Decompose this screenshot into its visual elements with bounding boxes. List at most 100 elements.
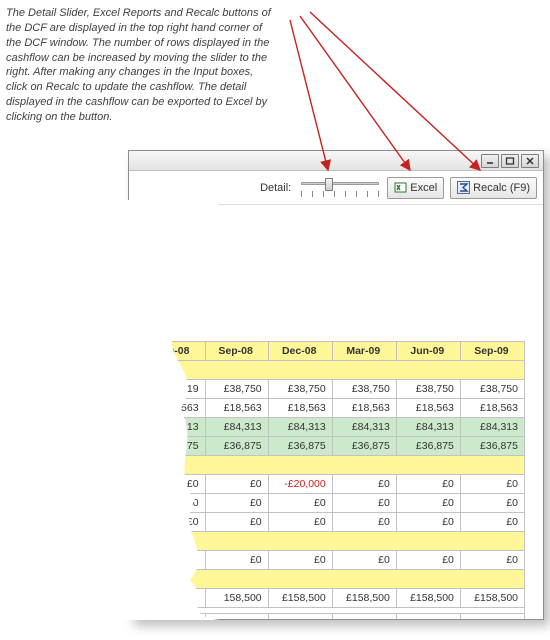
column-header: Mar-09 bbox=[332, 342, 396, 361]
cell bbox=[129, 551, 142, 570]
cell: £0 bbox=[205, 475, 268, 494]
cashflow-grid-area: n8Jun-08Sep-08Dec-08Mar-09Jun-09Sep-09 £… bbox=[129, 205, 543, 619]
cell: £0 bbox=[268, 494, 332, 513]
table-row bbox=[129, 456, 525, 475]
cell: £36,875 bbox=[396, 437, 460, 456]
slider-thumb-icon[interactable] bbox=[325, 178, 333, 191]
cell: £18,563 bbox=[205, 399, 268, 418]
cell: £18,563 bbox=[396, 399, 460, 418]
cell: -£20,000 bbox=[268, 475, 332, 494]
cell: £18,563 bbox=[268, 399, 332, 418]
cell bbox=[129, 437, 142, 456]
cell: £0 bbox=[268, 551, 332, 570]
cell: £36,875 bbox=[460, 437, 524, 456]
cell: £38,750 bbox=[332, 380, 396, 399]
cell bbox=[129, 494, 142, 513]
cell: £0 bbox=[205, 513, 268, 532]
cell: £0 bbox=[396, 551, 460, 570]
sigma-icon bbox=[457, 181, 470, 194]
cell: £0 bbox=[142, 494, 205, 513]
excel-button[interactable]: Excel bbox=[387, 177, 444, 199]
cashflow-table: n8Jun-08Sep-08Dec-08Mar-09Jun-09Sep-09 £… bbox=[129, 341, 525, 619]
cell: £38,750 bbox=[460, 380, 524, 399]
column-header: n8 bbox=[129, 342, 142, 361]
column-header: Sep-09 bbox=[460, 342, 524, 361]
detail-label: Detail: bbox=[260, 182, 291, 194]
cell: £36,875 bbox=[332, 437, 396, 456]
recalc-button[interactable]: Recalc (F9) bbox=[450, 177, 537, 199]
cell: £0 bbox=[142, 475, 205, 494]
table-row bbox=[129, 570, 525, 589]
cell: £37,719 bbox=[142, 380, 205, 399]
cell bbox=[129, 513, 142, 532]
cell: £0 bbox=[460, 494, 524, 513]
table-row: 158,500£158,500£158,500£158,500£158,500 bbox=[129, 589, 525, 608]
cell: £84,313 bbox=[332, 418, 396, 437]
excel-icon bbox=[394, 181, 407, 194]
cell bbox=[142, 589, 205, 608]
detail-slider[interactable] bbox=[299, 176, 381, 200]
cell: £158,500 bbox=[396, 589, 460, 608]
cell bbox=[129, 380, 142, 399]
table-row: £0£0-£20,000£0£0£0 bbox=[129, 475, 525, 494]
cell: 158,500 bbox=[205, 589, 268, 608]
recalc-button-label: Recalc (F9) bbox=[473, 182, 530, 194]
maximize-button[interactable] bbox=[501, 154, 519, 168]
cell: £0 bbox=[205, 551, 268, 570]
cell bbox=[129, 614, 142, 620]
cell: £0 bbox=[396, 494, 460, 513]
cell: £0 bbox=[332, 551, 396, 570]
cell: £0 bbox=[396, 614, 460, 620]
column-header: Jun-09 bbox=[396, 342, 460, 361]
table-row: -£20,000£0£0£0 bbox=[129, 614, 525, 620]
dcf-window: Detail: Excel Recalc (F9) n8Jun-08Sep-08… bbox=[128, 150, 544, 620]
cell: £84,313 bbox=[396, 418, 460, 437]
cell: £38,750 bbox=[396, 380, 460, 399]
cell: £0 bbox=[332, 494, 396, 513]
cell: £0 bbox=[142, 513, 205, 532]
cell: £36,875 bbox=[142, 437, 205, 456]
cell: £0 bbox=[332, 513, 396, 532]
cell: £38,750 bbox=[205, 380, 268, 399]
cell: £36,875 bbox=[268, 437, 332, 456]
help-caption: The Detail Slider, Excel Reports and Rec… bbox=[6, 6, 274, 125]
cell: £0 bbox=[460, 614, 524, 620]
table-header-row: n8Jun-08Sep-08Dec-08Mar-09Jun-09Sep-09 bbox=[129, 342, 525, 361]
cell: £0 bbox=[205, 494, 268, 513]
minimize-button[interactable] bbox=[481, 154, 499, 168]
cell: £18,563 bbox=[142, 399, 205, 418]
excel-button-label: Excel bbox=[410, 182, 437, 194]
window-titlebar bbox=[129, 151, 543, 171]
close-button[interactable] bbox=[521, 154, 539, 168]
cell: £84,313 bbox=[268, 418, 332, 437]
cell bbox=[205, 614, 268, 620]
table-row: £18,563£18,563£18,563£18,563£18,563£18,5… bbox=[129, 399, 525, 418]
cell: £158,500 bbox=[332, 589, 396, 608]
column-header: Sep-08 bbox=[205, 342, 268, 361]
cell: £0 bbox=[460, 551, 524, 570]
column-header: Dec-08 bbox=[268, 342, 332, 361]
cell bbox=[129, 418, 142, 437]
table-row: £0£0£0£0£0£0 bbox=[129, 513, 525, 532]
cell bbox=[129, 399, 142, 418]
table-row: £36,875£36,875£36,875£36,875£36,875£36,8… bbox=[129, 437, 525, 456]
table-row bbox=[129, 532, 525, 551]
cell: £158,500 bbox=[460, 589, 524, 608]
cell bbox=[129, 589, 142, 608]
dcf-toolbar: Detail: Excel Recalc (F9) bbox=[129, 171, 543, 205]
cell: £18,563 bbox=[332, 399, 396, 418]
cell bbox=[142, 614, 205, 620]
cell: £0 bbox=[460, 513, 524, 532]
cell: £84,313 bbox=[460, 418, 524, 437]
cell: £84,313 bbox=[142, 418, 205, 437]
table-row: £84,313£84,313£84,313£84,313£84,313£84,3… bbox=[129, 418, 525, 437]
cell: £36,875 bbox=[205, 437, 268, 456]
column-header: Jun-08 bbox=[142, 342, 205, 361]
cell: £0 bbox=[332, 614, 396, 620]
cell: -£20,000 bbox=[268, 614, 332, 620]
cell: £0 bbox=[396, 475, 460, 494]
table-row: £0£0£0£0£0 bbox=[129, 551, 525, 570]
cell: £0 bbox=[268, 513, 332, 532]
cell: £38,750 bbox=[268, 380, 332, 399]
cell bbox=[129, 475, 142, 494]
